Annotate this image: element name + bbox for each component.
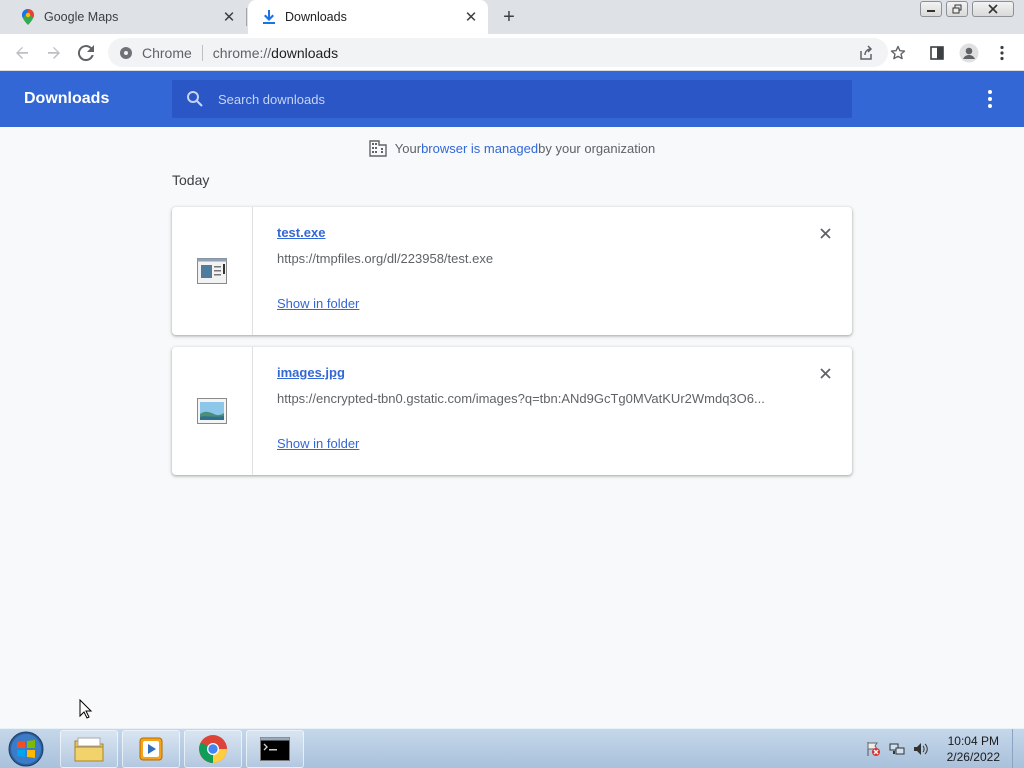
omnibox-divider xyxy=(201,44,203,61)
remove-download-button[interactable] xyxy=(816,224,834,242)
close-icon xyxy=(819,367,831,379)
reload-icon xyxy=(78,45,94,61)
taskbar-media-player[interactable] xyxy=(122,730,180,768)
star-icon xyxy=(890,45,906,60)
tab-close-icon[interactable]: ✕ xyxy=(461,7,481,27)
avatar-icon xyxy=(959,43,979,63)
show-in-folder-link[interactable]: Show in folder xyxy=(277,436,359,451)
taskbar-chrome[interactable] xyxy=(184,730,242,768)
download-url[interactable]: https://encrypted-tbn0.gstatic.com/image… xyxy=(277,391,769,406)
tab-downloads[interactable]: Downloads ✕ xyxy=(248,0,488,34)
windows-start-icon xyxy=(8,731,44,767)
side-panel-button[interactable] xyxy=(923,39,951,67)
download-url[interactable]: https://tmpfiles.org/dl/223958/test.exe xyxy=(277,251,769,266)
close-icon xyxy=(819,227,831,239)
managed-link[interactable]: browser is managed xyxy=(421,141,538,156)
tab-strip: Google Maps ✕ Downloads ✕ + xyxy=(0,0,1024,34)
tab-close-icon[interactable]: ✕ xyxy=(219,7,239,27)
forward-arrow-icon xyxy=(48,47,60,59)
command-prompt-icon xyxy=(260,737,290,761)
show-desktop-button[interactable] xyxy=(1012,729,1024,768)
address-bar[interactable]: Chrome chrome://downloads xyxy=(108,38,888,67)
download-filename-link[interactable]: images.jpg xyxy=(277,365,345,380)
maps-pin-icon xyxy=(20,9,36,25)
share-button[interactable] xyxy=(852,39,880,67)
page-title: Downloads xyxy=(24,90,110,107)
chrome-icon xyxy=(199,735,227,763)
image-file-icon xyxy=(197,398,227,424)
side-panel-icon xyxy=(930,46,944,60)
managed-suffix: by your organization xyxy=(538,141,656,156)
bookmark-button[interactable] xyxy=(884,39,912,67)
reload-button[interactable] xyxy=(72,39,100,67)
downloads-menu-icon[interactable] xyxy=(982,89,998,109)
network-icon[interactable] xyxy=(889,741,905,757)
kebab-menu-icon xyxy=(1000,45,1004,61)
close-icon xyxy=(988,4,998,14)
download-item: test.exe https://tmpfiles.org/dl/223958/… xyxy=(172,207,852,335)
clock-time: 10:04 PM xyxy=(947,734,999,748)
chrome-logo-icon xyxy=(120,46,132,59)
media-player-icon xyxy=(139,737,163,761)
executable-file-icon xyxy=(197,258,227,284)
start-button[interactable] xyxy=(6,730,46,768)
url-path: downloads xyxy=(271,44,339,61)
folder-icon xyxy=(74,737,104,762)
security-chip: Chrome xyxy=(142,44,192,61)
system-tray: 10:04 PM 2/26/2022 xyxy=(865,729,1024,768)
section-label: Today xyxy=(172,172,210,188)
restore-button[interactable] xyxy=(946,1,968,17)
tab-title: Google Maps xyxy=(44,10,119,24)
tab-google-maps[interactable]: Google Maps ✕ xyxy=(0,0,246,34)
taskbar-cmd[interactable] xyxy=(246,730,304,768)
clock-date: 2/26/2022 xyxy=(946,750,1000,764)
browser-menu-button[interactable] xyxy=(988,39,1016,67)
taskbar-explorer[interactable] xyxy=(60,730,118,768)
file-icon-column xyxy=(172,347,253,475)
url-scheme: chrome:// xyxy=(212,44,272,61)
file-icon-column xyxy=(172,207,253,335)
mouse-cursor-icon xyxy=(79,699,93,719)
managed-prefix: Your xyxy=(394,141,422,156)
search-box[interactable] xyxy=(172,80,852,118)
minimize-icon xyxy=(927,10,935,12)
minimize-button[interactable] xyxy=(920,1,942,17)
new-tab-button[interactable]: + xyxy=(498,6,520,28)
show-in-folder-link[interactable]: Show in folder xyxy=(277,296,359,311)
share-icon xyxy=(860,45,873,60)
managed-notice: Your browser is managed by your organiza… xyxy=(0,140,1024,157)
restore-icon xyxy=(952,4,962,14)
browser-toolbar: Chrome chrome://downloads xyxy=(0,34,1024,71)
download-arrow-icon xyxy=(261,9,277,25)
volume-icon[interactable] xyxy=(913,741,929,757)
downloads-header: Downloads xyxy=(0,71,1024,127)
search-input[interactable] xyxy=(218,91,818,107)
system-clock[interactable]: 10:04 PM 2/26/2022 xyxy=(947,733,1000,765)
download-filename-link[interactable]: test.exe xyxy=(277,225,325,240)
back-arrow-icon xyxy=(16,47,28,59)
forward-button[interactable] xyxy=(40,39,68,67)
back-button[interactable] xyxy=(8,39,36,67)
tab-separator xyxy=(246,8,247,26)
building-icon xyxy=(369,140,387,157)
taskbar: 10:04 PM 2/26/2022 xyxy=(0,728,1024,768)
tab-title: Downloads xyxy=(285,10,347,24)
download-item: images.jpg https://encrypted-tbn0.gstati… xyxy=(172,347,852,475)
profile-button[interactable] xyxy=(955,39,983,67)
remove-download-button[interactable] xyxy=(816,364,834,382)
search-icon xyxy=(187,91,203,107)
window-controls xyxy=(920,1,1014,17)
action-center-flag-icon[interactable] xyxy=(865,741,881,757)
close-window-button[interactable] xyxy=(972,1,1014,17)
